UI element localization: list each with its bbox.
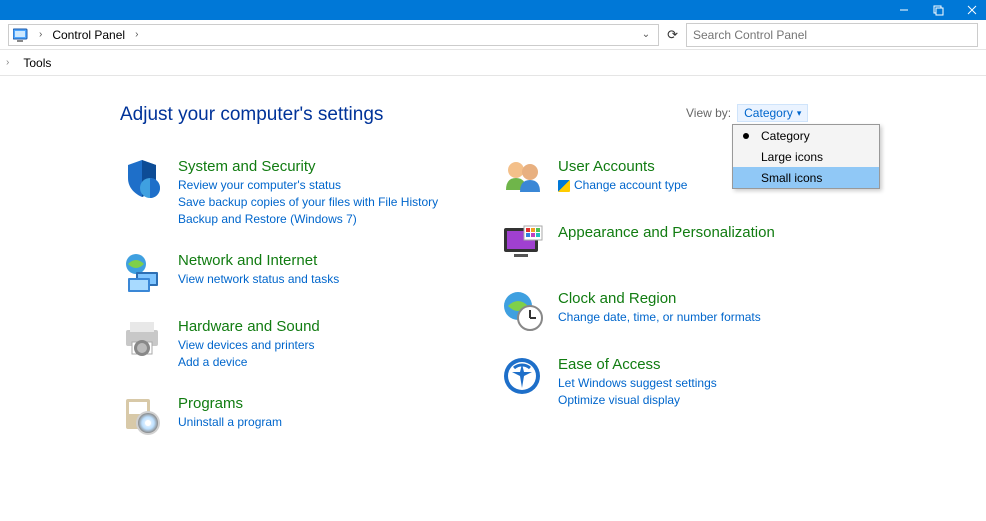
viewby-control: View by: Category ▾ bbox=[686, 104, 808, 122]
chevron-down-icon: ▾ bbox=[797, 108, 802, 119]
main-content: Adjust your computer's settings View by:… bbox=[0, 76, 986, 459]
viewby-label: View by: bbox=[686, 106, 731, 120]
category-system-security: System and Security Review your computer… bbox=[120, 156, 460, 228]
category-hardware-sound: Hardware and Sound View devices and prin… bbox=[120, 316, 460, 371]
chevron-down-icon[interactable]: ⌄ bbox=[642, 29, 650, 40]
category-link[interactable]: Change date, time, or number formats bbox=[558, 309, 761, 326]
category-ease-of-access: Ease of Access Let Windows suggest setti… bbox=[500, 354, 840, 409]
category-title[interactable]: Appearance and Personalization bbox=[558, 224, 775, 241]
shield-icon bbox=[120, 156, 164, 200]
search-input[interactable] bbox=[693, 28, 971, 42]
users-icon bbox=[500, 156, 544, 200]
category-clock-region: Clock and Region Change date, time, or n… bbox=[500, 288, 840, 332]
menu-tools[interactable]: Tools bbox=[17, 54, 57, 72]
viewby-option-small-icons[interactable]: Small icons bbox=[733, 167, 879, 188]
close-button[interactable] bbox=[964, 2, 980, 18]
page-title: Adjust your computer's settings bbox=[120, 104, 986, 126]
viewby-option-category[interactable]: Category bbox=[733, 125, 879, 146]
printer-icon bbox=[120, 316, 164, 360]
category-title[interactable]: Programs bbox=[178, 395, 282, 412]
category-link[interactable]: Let Windows suggest settings bbox=[558, 375, 717, 392]
viewby-dropdown-menu: Category Large icons Small icons bbox=[732, 124, 880, 189]
control-panel-icon bbox=[13, 27, 29, 43]
viewby-option-large-icons[interactable]: Large icons bbox=[733, 146, 879, 167]
viewby-current-text: Category bbox=[744, 106, 793, 120]
maximize-button[interactable] bbox=[930, 2, 946, 18]
category-title[interactable]: Network and Internet bbox=[178, 252, 339, 269]
categories-left-column: System and Security Review your computer… bbox=[120, 156, 460, 459]
category-link[interactable]: Add a device bbox=[178, 354, 320, 371]
viewby-dropdown-button[interactable]: Category ▾ bbox=[737, 104, 808, 122]
address-bar: › Control Panel › ⌄ ⟳ bbox=[0, 20, 986, 50]
chevron-right-icon[interactable]: › bbox=[6, 57, 9, 68]
category-programs: Programs Uninstall a program bbox=[120, 393, 460, 437]
refresh-button[interactable]: ⟳ bbox=[667, 27, 678, 43]
category-title[interactable]: System and Security bbox=[178, 158, 438, 175]
category-link[interactable]: Optimize visual display bbox=[558, 392, 717, 409]
clock-globe-icon bbox=[500, 288, 544, 332]
chevron-right-icon[interactable]: › bbox=[131, 29, 142, 40]
ease-of-access-icon bbox=[500, 354, 544, 398]
category-link[interactable]: Backup and Restore (Windows 7) bbox=[178, 211, 438, 228]
chevron-right-icon[interactable]: › bbox=[35, 29, 46, 40]
minimize-button[interactable] bbox=[896, 2, 912, 18]
search-box[interactable] bbox=[686, 23, 978, 47]
category-link[interactable]: View network status and tasks bbox=[178, 271, 339, 288]
category-title[interactable]: Ease of Access bbox=[558, 356, 717, 373]
breadcrumb-box[interactable]: › Control Panel › ⌄ bbox=[8, 24, 659, 46]
category-link[interactable]: Uninstall a program bbox=[178, 414, 282, 431]
globe-network-icon bbox=[120, 250, 164, 294]
category-appearance-personalization: Appearance and Personalization bbox=[500, 222, 840, 266]
disc-box-icon bbox=[120, 393, 164, 437]
menu-bar: › Tools bbox=[0, 50, 986, 76]
category-link[interactable]: Review your computer's status bbox=[178, 177, 438, 194]
categories-right-column: User Accounts Change account type Appear… bbox=[500, 156, 840, 459]
category-title[interactable]: User Accounts bbox=[558, 158, 687, 175]
category-title[interactable]: Hardware and Sound bbox=[178, 318, 320, 335]
category-link[interactable]: View devices and printers bbox=[178, 337, 320, 354]
category-title[interactable]: Clock and Region bbox=[558, 290, 761, 307]
titlebar bbox=[0, 0, 986, 20]
category-link[interactable]: Change account type bbox=[558, 177, 687, 194]
breadcrumb-current[interactable]: Control Panel bbox=[52, 28, 125, 42]
category-network-internet: Network and Internet View network status… bbox=[120, 250, 460, 294]
category-link[interactable]: Save backup copies of your files with Fi… bbox=[178, 194, 438, 211]
monitor-colors-icon bbox=[500, 222, 544, 266]
